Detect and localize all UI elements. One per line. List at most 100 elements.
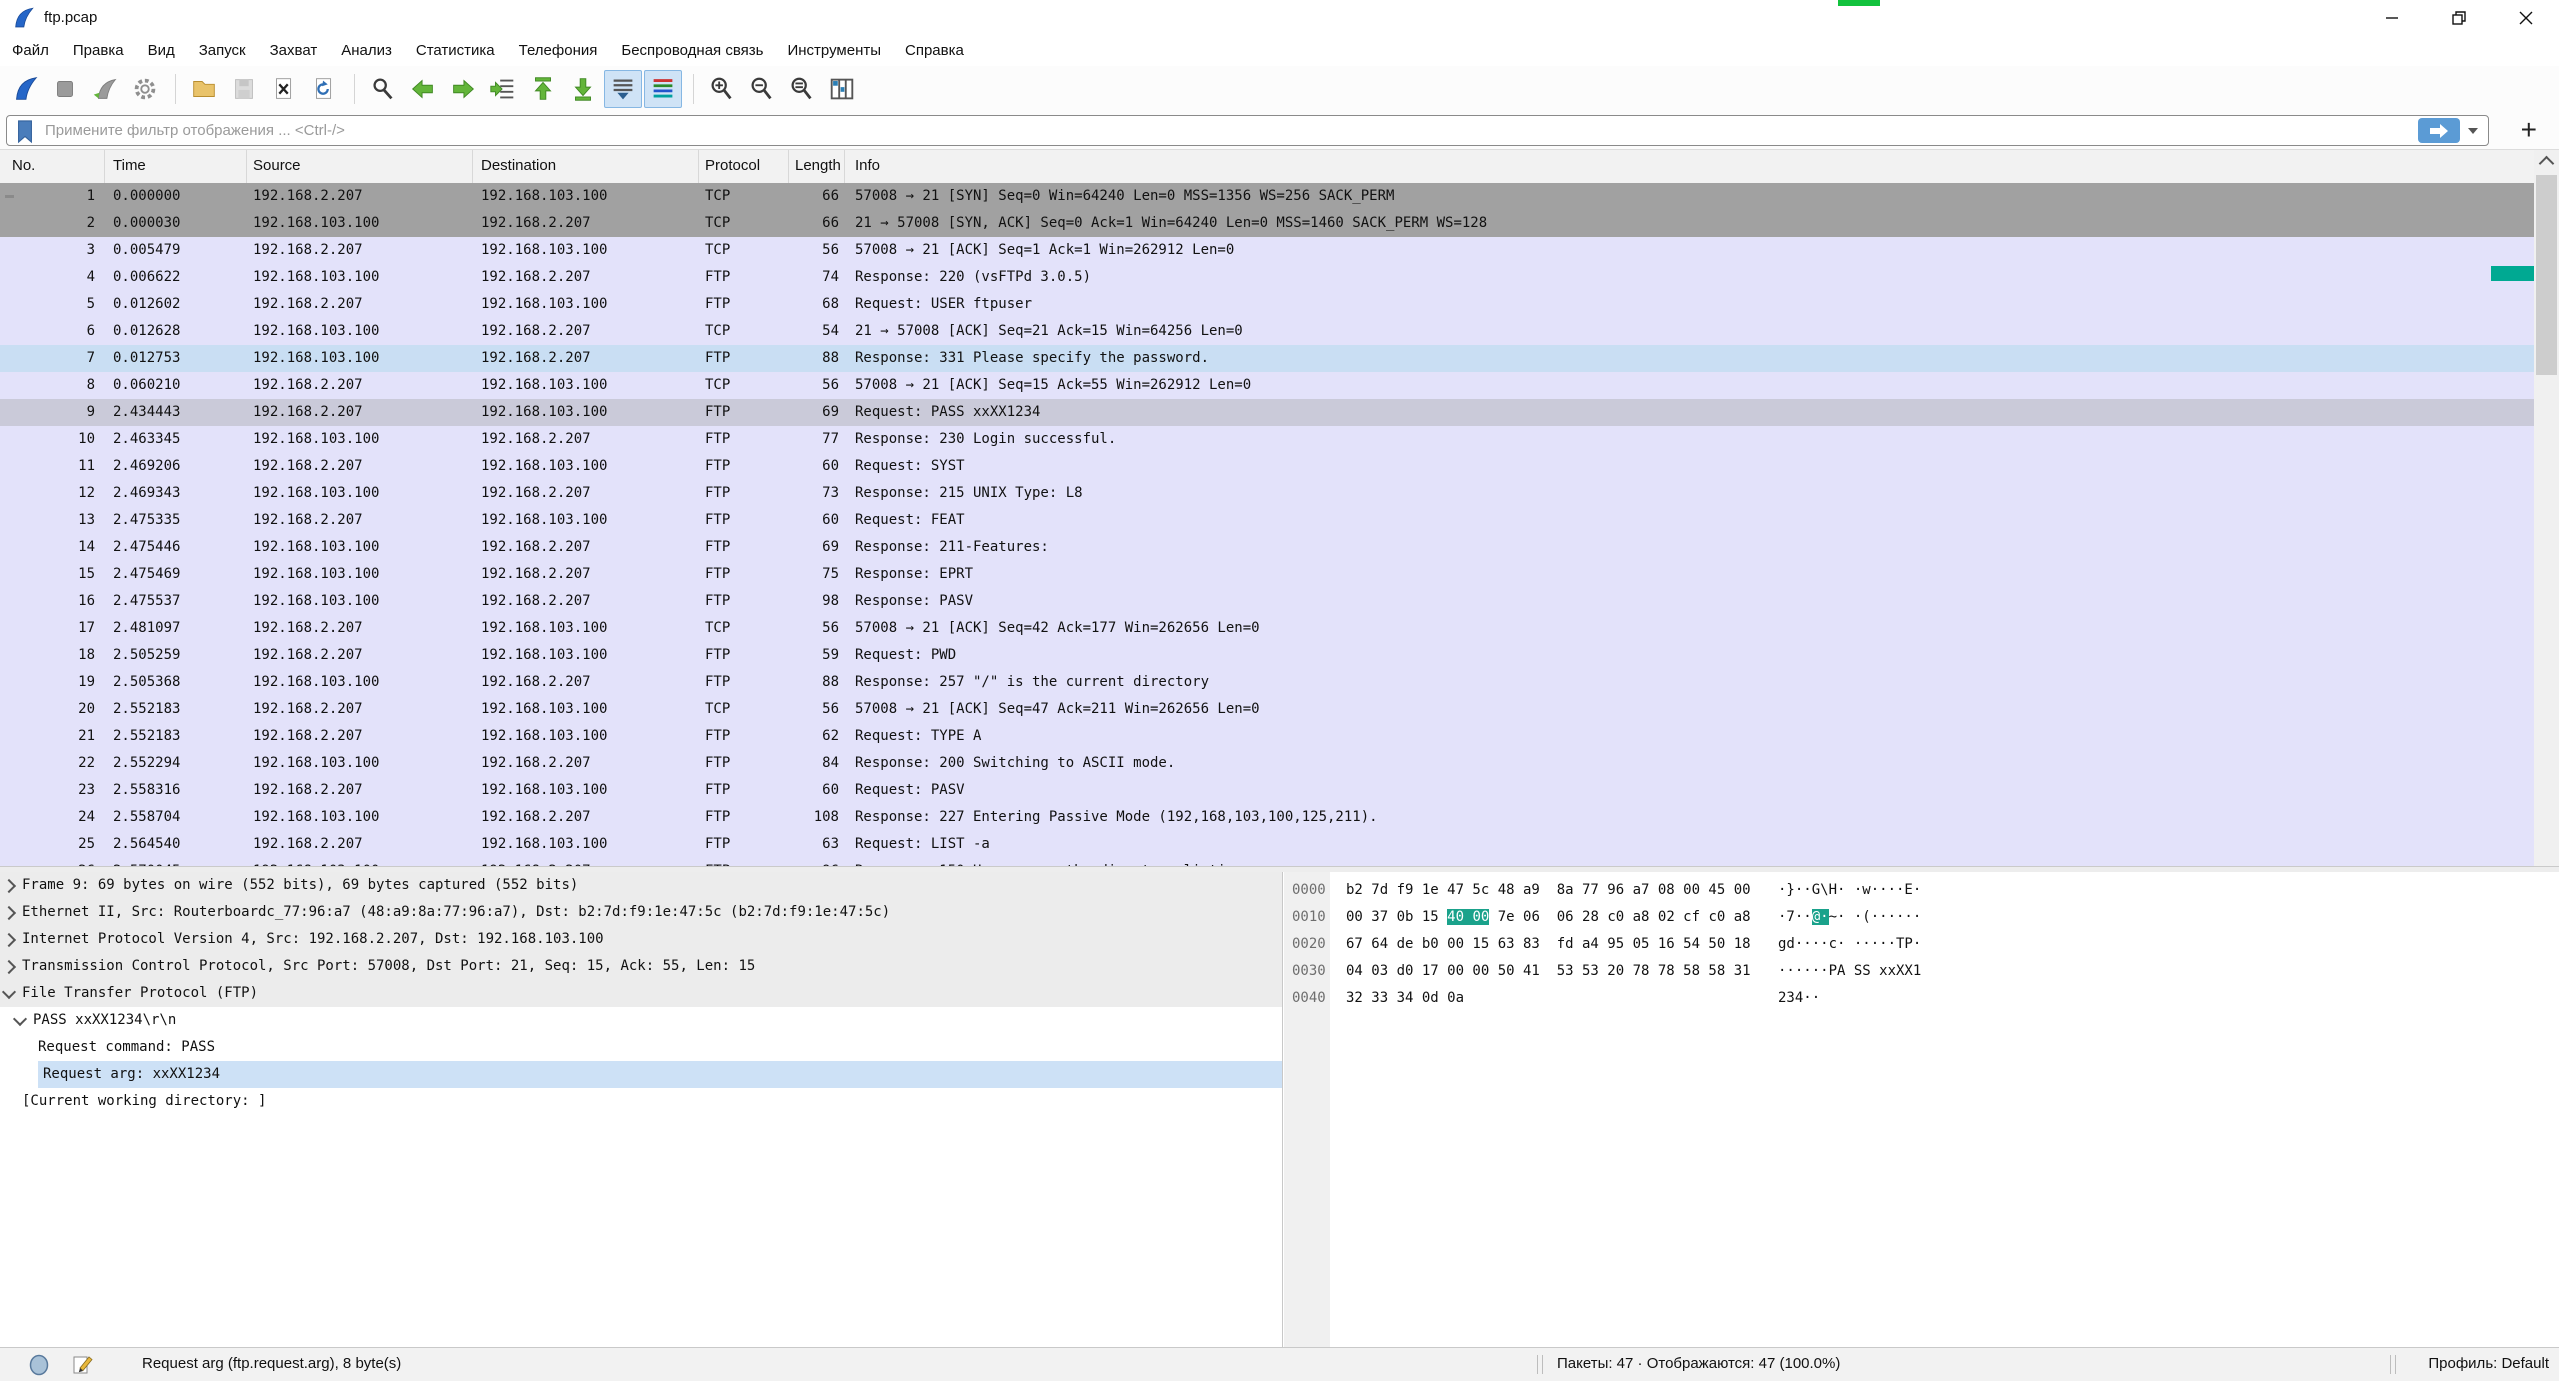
detail-row[interactable]: Request arg: xxXX1234 bbox=[0, 1061, 1282, 1088]
capture-comment-icon[interactable] bbox=[72, 1354, 94, 1380]
restart-capture-icon[interactable] bbox=[86, 70, 124, 108]
menu-item-analyze[interactable]: Анализ bbox=[329, 36, 404, 66]
column-header-time[interactable]: Time bbox=[105, 150, 247, 183]
packet-row[interactable]: 192.505368192.168.103.100192.168.2.207FT… bbox=[0, 669, 2534, 696]
packet-row[interactable]: 222.552294192.168.103.100192.168.2.207FT… bbox=[0, 750, 2534, 777]
go-to-packet-icon[interactable] bbox=[484, 70, 522, 108]
detail-row[interactable]: Request command: PASS bbox=[0, 1034, 1282, 1061]
apply-filter-button[interactable] bbox=[2418, 118, 2460, 143]
hex-row[interactable]: 0000b2 7d f9 1e 47 5c 48 a9 8a 77 96 a7 … bbox=[1284, 877, 2559, 904]
scrollbar-thumb[interactable] bbox=[2536, 175, 2557, 375]
chevron-right-icon[interactable] bbox=[2, 959, 16, 973]
restore-button[interactable] bbox=[2425, 0, 2492, 36]
hex-bytes[interactable]: 00 37 0b 15 40 00 7e 06 06 28 c0 a8 02 c… bbox=[1346, 904, 1752, 931]
packet-row[interactable]: 212.552183192.168.2.207192.168.103.100FT… bbox=[0, 723, 2534, 750]
hex-bytes[interactable]: 67 64 de b0 00 15 63 83 fd a4 95 05 16 5… bbox=[1346, 931, 1752, 958]
zoom-reset-icon[interactable] bbox=[783, 70, 821, 108]
display-filter-box[interactable] bbox=[6, 115, 2489, 146]
start-capture-icon[interactable] bbox=[6, 70, 44, 108]
packet-row[interactable]: 152.475469192.168.103.100192.168.2.207FT… bbox=[0, 561, 2534, 588]
packet-row[interactable]: 102.463345192.168.103.100192.168.2.207FT… bbox=[0, 426, 2534, 453]
packet-row[interactable]: 252.564540192.168.2.207192.168.103.100FT… bbox=[0, 831, 2534, 858]
detail-row[interactable]: PASS xxXX1234\r\n bbox=[0, 1007, 1282, 1034]
packet-row[interactable]: 92.434443192.168.2.207192.168.103.100FTP… bbox=[0, 399, 2534, 426]
hex-row[interactable]: 002067 64 de b0 00 15 63 83 fd a4 95 05 … bbox=[1284, 931, 2559, 958]
packet-row[interactable]: 232.558316192.168.2.207192.168.103.100FT… bbox=[0, 777, 2534, 804]
chevron-down-icon[interactable] bbox=[2, 984, 16, 998]
packet-row[interactable]: 60.012628192.168.103.100192.168.2.207TCP… bbox=[0, 318, 2534, 345]
packet-row[interactable]: 122.469343192.168.103.100192.168.2.207FT… bbox=[0, 480, 2534, 507]
column-header-length[interactable]: Length bbox=[789, 150, 845, 183]
detail-row[interactable]: Frame 9: 69 bytes on wire (552 bits), 69… bbox=[0, 872, 1282, 899]
add-filter-button[interactable]: + bbox=[2521, 112, 2537, 150]
close-file-icon[interactable] bbox=[265, 70, 303, 108]
zoom-in-icon[interactable] bbox=[703, 70, 741, 108]
menu-item-edit[interactable]: Правка bbox=[61, 36, 136, 66]
reload-file-icon[interactable] bbox=[305, 70, 343, 108]
hex-bytes[interactable]: 32 33 34 0d 0a bbox=[1346, 985, 1752, 1012]
packet-row[interactable]: 70.012753192.168.103.100192.168.2.207FTP… bbox=[0, 345, 2534, 372]
hex-bytes[interactable]: b2 7d f9 1e 47 5c 48 a9 8a 77 96 a7 08 0… bbox=[1346, 877, 1752, 904]
go-forward-icon[interactable] bbox=[444, 70, 482, 108]
chevron-down-icon[interactable] bbox=[13, 1011, 27, 1025]
packet-row[interactable]: 132.475335192.168.2.207192.168.103.100FT… bbox=[0, 507, 2534, 534]
packet-row[interactable]: 20.000030192.168.103.100192.168.2.207TCP… bbox=[0, 210, 2534, 237]
hex-row[interactable]: 001000 37 0b 15 40 00 7e 06 06 28 c0 a8 … bbox=[1284, 904, 2559, 931]
column-header-destination[interactable]: Destination bbox=[473, 150, 699, 183]
packet-row[interactable]: 10.000000192.168.2.207192.168.103.100TCP… bbox=[0, 183, 2534, 210]
hex-ascii[interactable]: 234·· bbox=[1778, 985, 1820, 1012]
column-header-protocol[interactable]: Protocol bbox=[699, 150, 789, 183]
column-header-source[interactable]: Source bbox=[247, 150, 473, 183]
hex-ascii[interactable]: ·}··G\H· ·w····E· bbox=[1778, 877, 1921, 904]
display-filter-input[interactable] bbox=[43, 121, 2418, 140]
save-file-icon[interactable] bbox=[225, 70, 263, 108]
open-file-icon[interactable] bbox=[185, 70, 223, 108]
hex-row[interactable]: 004032 33 34 0d 0a234·· bbox=[1284, 985, 2559, 1012]
hex-bytes[interactable]: 04 03 d0 17 00 00 50 41 53 53 20 78 78 5… bbox=[1346, 958, 1752, 985]
packet-row[interactable]: 80.060210192.168.2.207192.168.103.100TCP… bbox=[0, 372, 2534, 399]
filter-bookmark-icon[interactable] bbox=[7, 118, 43, 144]
packet-row[interactable]: 30.005479192.168.2.207192.168.103.100TCP… bbox=[0, 237, 2534, 264]
chevron-right-icon[interactable] bbox=[2, 932, 16, 946]
close-button[interactable] bbox=[2492, 0, 2559, 36]
menu-item-tools[interactable]: Инструменты bbox=[775, 36, 893, 66]
menu-item-go[interactable]: Запуск bbox=[187, 36, 258, 66]
packet-row[interactable]: 142.475446192.168.103.100192.168.2.207FT… bbox=[0, 534, 2534, 561]
hex-ascii[interactable]: ······PA SS xxXX1 bbox=[1778, 958, 1921, 985]
packet-row[interactable]: 162.475537192.168.103.100192.168.2.207FT… bbox=[0, 588, 2534, 615]
packet-row[interactable]: 172.481097192.168.2.207192.168.103.100TC… bbox=[0, 615, 2534, 642]
menu-item-telephony[interactable]: Телефония bbox=[507, 36, 610, 66]
capture-options-icon[interactable] bbox=[126, 70, 164, 108]
packet-row[interactable]: 50.012602192.168.2.207192.168.103.100FTP… bbox=[0, 291, 2534, 318]
go-first-icon[interactable] bbox=[524, 70, 562, 108]
menu-item-file[interactable]: Файл bbox=[0, 36, 61, 66]
go-back-icon[interactable] bbox=[404, 70, 442, 108]
packet-row[interactable]: 40.006622192.168.103.100192.168.2.207FTP… bbox=[0, 264, 2534, 291]
chevron-right-icon[interactable] bbox=[2, 905, 16, 919]
menu-item-wireless[interactable]: Беспроводная связь bbox=[609, 36, 775, 66]
find-packet-icon[interactable] bbox=[364, 70, 402, 108]
go-last-icon[interactable] bbox=[564, 70, 602, 108]
filter-dropdown-caret[interactable] bbox=[2468, 128, 2478, 134]
menu-item-help[interactable]: Справка bbox=[893, 36, 976, 66]
packet-row[interactable]: 242.558704192.168.103.100192.168.2.207FT… bbox=[0, 804, 2534, 831]
menu-item-capture[interactable]: Захват bbox=[258, 36, 330, 66]
detail-row[interactable]: [Current working directory: ] bbox=[0, 1088, 1282, 1115]
minimize-button[interactable] bbox=[2358, 0, 2425, 36]
status-profile[interactable]: Профиль: Default bbox=[2428, 1348, 2549, 1380]
hex-row[interactable]: 003004 03 d0 17 00 00 50 41 53 53 20 78 … bbox=[1284, 958, 2559, 985]
detail-row[interactable]: Transmission Control Protocol, Src Port:… bbox=[0, 953, 1282, 980]
menu-item-statistics[interactable]: Статистика bbox=[404, 36, 507, 66]
column-header-info[interactable]: Info bbox=[845, 150, 2534, 183]
expert-info-icon[interactable] bbox=[28, 1354, 50, 1380]
stop-capture-icon[interactable] bbox=[46, 70, 84, 108]
chevron-right-icon[interactable] bbox=[2, 878, 16, 892]
packet-row[interactable]: 182.505259192.168.2.207192.168.103.100FT… bbox=[0, 642, 2534, 669]
resize-columns-icon[interactable] bbox=[823, 70, 861, 108]
detail-row[interactable]: Internet Protocol Version 4, Src: 192.16… bbox=[0, 926, 1282, 953]
hex-ascii[interactable]: gd····c· ·····TP· bbox=[1778, 931, 1921, 958]
colorize-icon[interactable] bbox=[644, 70, 682, 108]
auto-scroll-icon[interactable] bbox=[604, 70, 642, 108]
packet-row[interactable]: 262.570045192.168.103.100192.168.2.207FT… bbox=[0, 858, 2534, 866]
packet-list-scrollbar[interactable] bbox=[2534, 150, 2559, 866]
